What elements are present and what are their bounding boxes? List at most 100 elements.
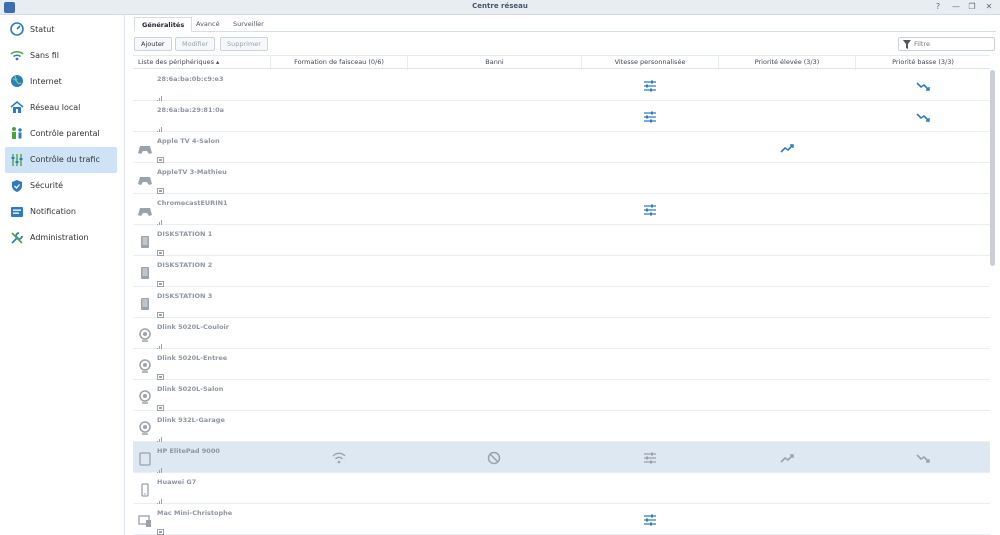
low-priority-icon[interactable] <box>915 450 930 464</box>
close-button[interactable]: ✕ <box>983 1 995 13</box>
sidebar-item-controle-du-trafic[interactable]: Contrôle du trafic <box>5 146 117 173</box>
table-row[interactable]: DISKSTATION 2 <box>133 256 990 287</box>
sidebar-item-statut[interactable]: Statut <box>5 16 117 42</box>
sidebar-item-label: Statut <box>30 24 55 34</box>
table-row[interactable]: ChromecastEURIN1 <box>133 194 990 225</box>
tab-surveiller[interactable]: Surveiller <box>226 17 271 32</box>
sidebar-item-securite[interactable]: Sécurité <box>5 173 117 199</box>
sidebar-item-administration[interactable]: Administration <box>5 225 117 251</box>
table-row[interactable]: HP ElitePad 9000 <box>133 442 990 473</box>
custom-speed-icon-svg <box>643 80 656 92</box>
shield-icon <box>10 179 24 193</box>
minimize-button[interactable]: — <box>950 1 962 13</box>
sidebar-item-label: Contrôle parental <box>30 128 100 138</box>
delete-button[interactable]: Supprimer <box>220 37 268 51</box>
table-row[interactable]: Dlink 5020L-Entree <box>133 349 990 380</box>
column-header[interactable]: Formation de faisceau (0/6) <box>270 56 407 70</box>
device-name: 28:6a:ba:29:81:0a <box>157 106 224 114</box>
table-row[interactable]: Dlink 932L-Garage <box>133 411 990 442</box>
custom-speed-icon[interactable] <box>643 78 657 92</box>
wifi-icon-svg <box>10 51 24 61</box>
table-row[interactable]: Huawei G7 <box>133 473 990 504</box>
low-priority-icon[interactable] <box>915 109 930 123</box>
tools-icon <box>10 231 24 245</box>
ethernet-icon-svg <box>157 529 164 535</box>
scrollbar[interactable] <box>990 70 995 266</box>
column-header[interactable]: Banni <box>407 56 581 70</box>
parental-icon-svg <box>12 127 22 140</box>
sidebar-item-sans-fil[interactable]: Sans fil <box>5 42 117 68</box>
high-priority-icon-svg <box>779 454 794 463</box>
gamepad-icon <box>138 172 152 186</box>
phone-icon-svg <box>141 483 149 497</box>
table-row[interactable]: Mac Mini-Christophe <box>133 504 990 535</box>
custom-speed-icon[interactable] <box>643 202 657 216</box>
device-name: Apple TV 4-Salon <box>157 137 220 145</box>
sidebar-item-internet[interactable]: Internet <box>5 68 117 94</box>
help-button[interactable]: ? <box>932 1 944 13</box>
table-row[interactable]: Dlink 5020L-Couloir <box>133 318 990 349</box>
column-header[interactable]: Priorité élevée (3/3) <box>718 56 855 70</box>
tablet-icon-svg <box>139 452 151 466</box>
table-row[interactable]: Dlink 5020L-Salon <box>133 380 990 411</box>
device-name: Huawei G7 <box>157 478 197 486</box>
home-network-icon <box>10 100 24 114</box>
custom-speed-icon[interactable] <box>643 450 657 464</box>
globe-icon-svg <box>11 75 23 88</box>
table-row[interactable]: AppleTV 3-Mathieu <box>133 163 990 194</box>
beamforming-icon[interactable] <box>332 450 346 464</box>
column-header[interactable]: Priorité basse (3/3) <box>855 56 990 70</box>
app-window: Centre réseau ? — ❐ ✕ Statut Sans fil Inte… <box>0 0 1000 535</box>
nas-icon <box>138 296 152 310</box>
filter-input[interactable] <box>914 39 992 49</box>
table-row[interactable]: DISKSTATION 1 <box>133 225 990 256</box>
sidebar-item-notification[interactable]: Notification <box>5 199 117 225</box>
computer-icon-svg <box>138 515 151 527</box>
home-network-icon-svg <box>10 101 24 114</box>
custom-speed-icon[interactable] <box>643 512 657 526</box>
custom-speed-icon[interactable] <box>643 109 657 123</box>
tablet-icon <box>138 451 152 466</box>
nas-icon-svg <box>141 236 149 248</box>
column-header[interactable]: Liste des périphériques ▴ <box>133 56 270 70</box>
device-name: AppleTV 3-Mathieu <box>157 168 227 176</box>
webcam-icon-svg <box>139 328 151 342</box>
sidebar-item-label: Sans fil <box>30 50 60 60</box>
ethernet-icon <box>157 179 164 194</box>
webcam-icon <box>138 327 152 342</box>
edit-button[interactable]: Modifier <box>175 37 216 51</box>
main-panel: Généralités Avancé Surveiller Ajouter Mo… <box>126 15 1000 535</box>
nas-icon <box>138 265 152 279</box>
device-name: DISKSTATION 2 <box>157 261 213 269</box>
device-name: 28:6a:ba:0b:c9:e3 <box>157 75 224 83</box>
ban-icon[interactable] <box>487 450 501 465</box>
filter-field[interactable] <box>898 37 995 51</box>
high-priority-icon[interactable] <box>779 450 794 464</box>
high-priority-icon[interactable] <box>779 140 794 154</box>
sidebar-item-controle-parental[interactable]: Contrôle parental <box>5 120 117 146</box>
notification-icon <box>10 205 24 219</box>
webcam-icon-svg <box>139 421 151 435</box>
column-header[interactable]: Vitesse personnalisée <box>581 56 718 70</box>
low-priority-icon-svg <box>915 454 930 463</box>
table-row[interactable]: 28:6a:ba:29:81:0a <box>133 101 990 132</box>
table-row[interactable]: DISKSTATION 3 <box>133 287 990 318</box>
device-table: Liste des périphériques ▴ Formation de fa… <box>133 55 990 535</box>
nas-icon-svg <box>141 267 149 279</box>
filter-icon <box>903 40 911 49</box>
table-row[interactable]: 28:6a:ba:0b:c9:e3 <box>133 70 990 101</box>
sidebar-item-reseau-local[interactable]: Réseau local <box>5 94 117 120</box>
low-priority-icon[interactable] <box>915 78 930 92</box>
table-header: Liste des périphériques ▴ Formation de fa… <box>133 55 990 70</box>
wifi-icon <box>10 48 24 62</box>
low-priority-icon-svg <box>915 82 930 91</box>
restore-button[interactable]: ❐ <box>966 1 978 13</box>
tab-generalites[interactable]: Généralités <box>134 17 193 32</box>
webcam-icon-svg <box>139 390 151 404</box>
table-row[interactable]: Apple TV 4-Salon <box>133 132 990 163</box>
add-button[interactable]: Ajouter <box>134 37 172 51</box>
webcam-icon <box>138 358 152 373</box>
gamepad-icon-svg <box>138 177 152 185</box>
tab-avance[interactable]: Avancé <box>189 17 227 32</box>
ethernet-icon <box>157 520 164 535</box>
